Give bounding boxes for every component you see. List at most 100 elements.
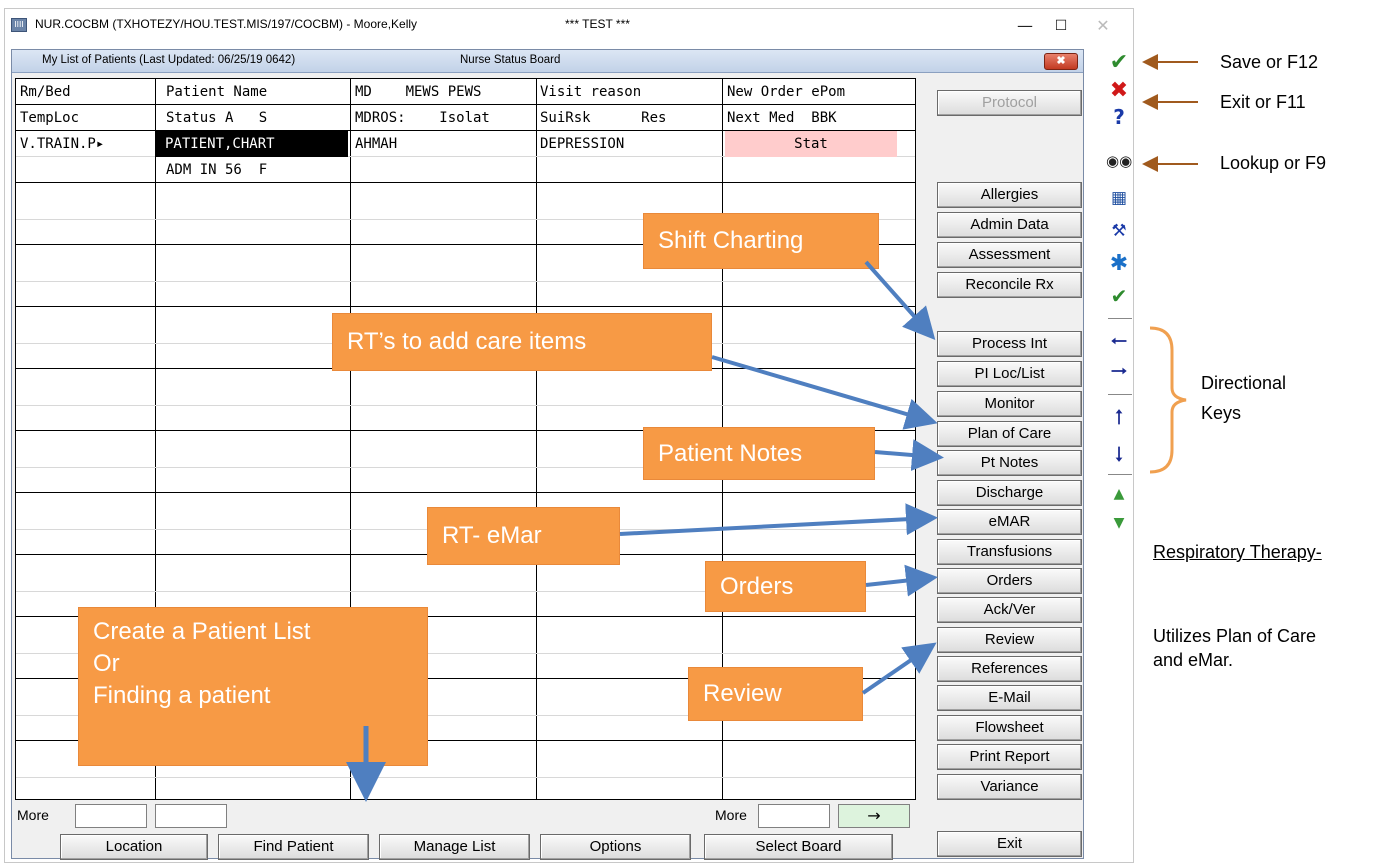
arrow-up-icon[interactable]: 🠁 bbox=[1106, 404, 1132, 430]
header-rm-bed[interactable]: Rm/Bed bbox=[20, 79, 71, 105]
exit-x-icon[interactable]: ✖ bbox=[1106, 78, 1132, 104]
app-icon: IIII bbox=[11, 18, 27, 32]
e-mail-button[interactable]: E-Mail bbox=[937, 685, 1082, 711]
callout-shift-charting: Shift Charting bbox=[643, 213, 879, 269]
patient-room[interactable]: V.TRAIN.P▸ bbox=[20, 131, 104, 157]
page-up-icon[interactable]: ▲ bbox=[1106, 481, 1132, 507]
header-suirsk[interactable]: SuiRsk Res bbox=[540, 105, 666, 131]
callout-orders: Orders bbox=[705, 561, 866, 612]
annotation-rt-heading: Respiratory Therapy- bbox=[1153, 542, 1322, 562]
more-next-arrow-icon[interactable]: → bbox=[838, 804, 910, 828]
page-down-icon[interactable]: ▼ bbox=[1106, 510, 1132, 536]
ack-ver-button[interactable]: Ack/Ver bbox=[937, 597, 1082, 623]
more-label-left: More bbox=[17, 807, 49, 823]
annotation-lookup: Lookup or F9 bbox=[1220, 153, 1327, 173]
header-patient-name[interactable]: Patient Name bbox=[166, 79, 267, 105]
annotation-exit: Exit or F11 bbox=[1220, 92, 1306, 112]
patient-list-title: My List of Patients (Last Updated: 06/25… bbox=[42, 54, 296, 66]
patient-status[interactable]: ADM IN 56 F bbox=[166, 157, 267, 183]
callout-create-list-line3: Finding a patient bbox=[93, 682, 271, 709]
header-new-order[interactable]: New Order ePom bbox=[727, 79, 845, 105]
annotation-rt-text-1: Utilizes Plan of Care bbox=[1153, 626, 1317, 646]
assessment-button[interactable]: Assessment bbox=[937, 242, 1082, 268]
emar-button[interactable]: eMAR bbox=[937, 509, 1082, 535]
lookup-binoculars-icon[interactable]: ◉◉ bbox=[1106, 148, 1132, 174]
callout-rt-care-items: RT’s to add care items bbox=[332, 313, 712, 371]
status-board-titlebar: My List of Patients (Last Updated: 06/25… bbox=[12, 50, 1083, 73]
references-button[interactable]: References bbox=[937, 656, 1082, 682]
reconcile-rx-button[interactable]: Reconcile Rx bbox=[937, 272, 1082, 298]
directional-keys-brace bbox=[1149, 326, 1187, 474]
toolbar-divider bbox=[1108, 394, 1132, 395]
more-field-3[interactable] bbox=[758, 804, 830, 828]
manage-list-button[interactable]: Manage List bbox=[379, 834, 530, 860]
process-int-button[interactable]: Process Int bbox=[937, 331, 1082, 357]
help-question-icon[interactable]: ? bbox=[1106, 104, 1132, 130]
annotation-directional-1: Directional bbox=[1201, 373, 1287, 393]
exit-button[interactable]: Exit bbox=[937, 831, 1082, 857]
pi-loc-list-button[interactable]: PI Loc/List bbox=[937, 361, 1082, 387]
minimize-icon[interactable]: — bbox=[1005, 15, 1045, 37]
variance-button[interactable]: Variance bbox=[937, 774, 1082, 800]
callout-create-patient-list: Create a Patient List Or Finding a patie… bbox=[78, 607, 428, 766]
patient-new-order-stat[interactable]: Stat bbox=[725, 131, 897, 157]
board-close-icon[interactable]: ✖ bbox=[1044, 53, 1078, 70]
monitor-button[interactable]: Monitor bbox=[937, 391, 1082, 417]
header-visit-reason[interactable]: Visit reason bbox=[540, 79, 641, 105]
discharge-button[interactable]: Discharge bbox=[937, 480, 1082, 506]
more-row: More More → bbox=[15, 803, 916, 829]
patient-name-selected[interactable]: PATIENT,CHART bbox=[155, 131, 348, 157]
transfusions-button[interactable]: Transfusions bbox=[937, 539, 1082, 565]
callout-review: Review bbox=[688, 667, 863, 721]
patient-visit-reason[interactable]: DEPRESSION bbox=[540, 131, 624, 157]
callout-create-list-line1: Create a Patient List bbox=[93, 618, 311, 645]
asterisk-icon[interactable]: ✱ bbox=[1106, 251, 1132, 277]
window-titlebar[interactable]: IIII NUR.COCBM (TXHOTEZY/HOU.TEST.MIS/19… bbox=[5, 9, 1133, 41]
find-patient-button[interactable]: Find Patient bbox=[218, 834, 369, 860]
select-board-button[interactable]: Select Board bbox=[704, 834, 893, 860]
plan-of-care-button[interactable]: Plan of Care bbox=[937, 421, 1082, 447]
header-next-med[interactable]: Next Med BBK bbox=[727, 105, 837, 131]
callout-patient-notes: Patient Notes bbox=[643, 427, 875, 480]
orders-button[interactable]: Orders bbox=[937, 568, 1082, 594]
print-report-button[interactable]: Print Report bbox=[937, 744, 1082, 770]
protocol-button[interactable]: Protocol bbox=[937, 90, 1082, 116]
header-mdros[interactable]: MDROS: Isolat bbox=[355, 105, 490, 131]
calendar-icon[interactable]: ▦ bbox=[1106, 185, 1132, 211]
toolbar-divider bbox=[1108, 318, 1132, 319]
check-all-icon[interactable]: ✔ bbox=[1106, 283, 1132, 309]
tools-icon[interactable]: ⚒ bbox=[1106, 218, 1132, 244]
callout-rt-care-items-text: RT’s to add care items bbox=[347, 328, 587, 355]
callout-create-list-line2: Or bbox=[93, 650, 120, 677]
save-check-icon[interactable]: ✔ bbox=[1106, 50, 1132, 76]
more-label-right: More bbox=[715, 807, 747, 823]
window-title: NUR.COCBM (TXHOTEZY/HOU.TEST.MIS/197/COC… bbox=[35, 17, 418, 31]
callout-rt-emar-text: RT- eMar bbox=[442, 522, 542, 549]
callout-review-text: Review bbox=[703, 680, 782, 707]
toolbar-divider bbox=[1108, 474, 1132, 475]
arrow-left-icon[interactable]: 🠀 bbox=[1106, 328, 1132, 354]
callout-shift-charting-text: Shift Charting bbox=[658, 227, 804, 254]
allergies-button[interactable]: Allergies bbox=[937, 182, 1082, 208]
header-md-mews-pews[interactable]: MD MEWS PEWS bbox=[355, 79, 481, 105]
header-status[interactable]: Status A S bbox=[166, 105, 267, 131]
callout-orders-text: Orders bbox=[720, 573, 794, 600]
test-banner: *** TEST *** bbox=[565, 17, 630, 31]
review-button[interactable]: Review bbox=[937, 627, 1082, 653]
board-name: Nurse Status Board bbox=[460, 54, 561, 66]
annotation-directional-2: Keys bbox=[1201, 403, 1242, 423]
more-field-2[interactable] bbox=[155, 804, 227, 828]
close-icon[interactable]: ✕ bbox=[1083, 15, 1123, 37]
arrow-down-icon[interactable]: 🠃 bbox=[1106, 441, 1132, 467]
maximize-icon[interactable]: ☐ bbox=[1041, 15, 1081, 37]
header-temploc[interactable]: TempLoc bbox=[20, 105, 79, 131]
arrow-right-icon[interactable]: 🠂 bbox=[1106, 358, 1132, 384]
pt-notes-button[interactable]: Pt Notes bbox=[937, 450, 1082, 476]
options-button[interactable]: Options bbox=[540, 834, 691, 860]
annotation-rt-text-2: and eMar. bbox=[1153, 650, 1234, 670]
patient-md[interactable]: AHMAH bbox=[355, 131, 397, 157]
location-button[interactable]: Location bbox=[60, 834, 208, 860]
admin-data-button[interactable]: Admin Data bbox=[937, 212, 1082, 238]
more-field-1[interactable] bbox=[75, 804, 147, 828]
flowsheet-button[interactable]: Flowsheet bbox=[937, 715, 1082, 741]
